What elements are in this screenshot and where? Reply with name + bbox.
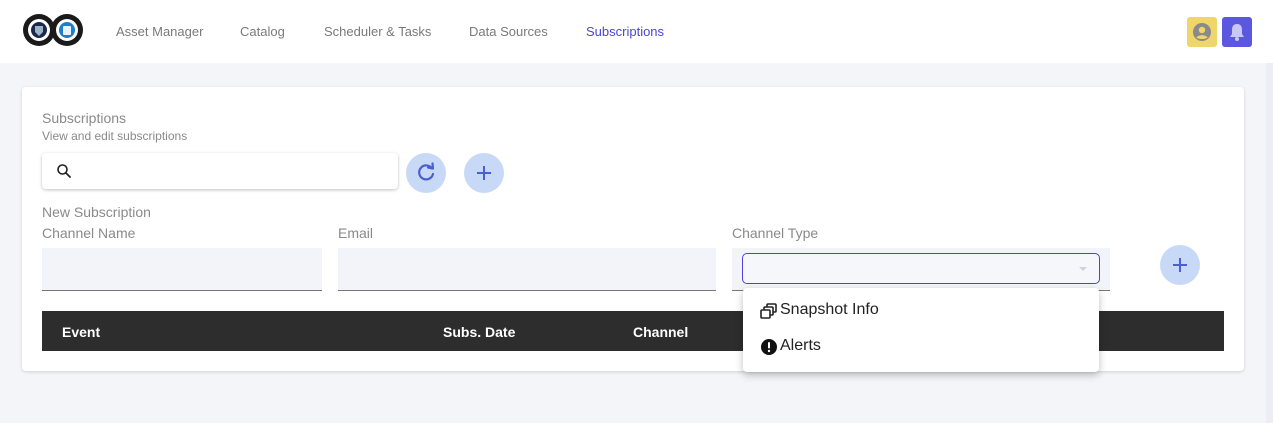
top-navigation-bar: Asset Manager Catalog Scheduler & Tasks … [0, 0, 1273, 63]
channel-type-select[interactable] [742, 253, 1100, 284]
email-input[interactable] [338, 248, 716, 290]
dropdown-option-snapshot-info[interactable]: Snapshot Info [743, 292, 1099, 328]
search-box [42, 153, 398, 189]
search-icon [57, 164, 71, 178]
dropdown-option-alerts[interactable]: Alerts [743, 328, 1099, 364]
user-icon [1193, 23, 1211, 41]
channel-type-label: Channel Type [732, 225, 819, 241]
page-title: Subscriptions [42, 110, 127, 126]
user-account-button[interactable] [1187, 17, 1217, 47]
new-subscription-heading: New Subscription [42, 204, 151, 220]
nav-data-sources[interactable]: Data Sources [469, 24, 548, 39]
snapshot-icon [760, 303, 777, 319]
dropdown-option-label: Snapshot Info [780, 301, 879, 318]
page-subtitle: View and edit subscriptions [42, 129, 188, 143]
plus-icon [1173, 258, 1187, 272]
search-input[interactable] [82, 159, 382, 183]
channel-name-field [42, 248, 322, 291]
page-scrollbar[interactable] [1266, 63, 1273, 423]
dropdown-option-label: Alerts [780, 337, 821, 354]
refresh-icon [418, 162, 435, 181]
nav-catalog[interactable]: Catalog [240, 24, 285, 39]
channel-name-input[interactable] [42, 248, 322, 290]
nav-asset-manager[interactable]: Asset Manager [116, 24, 203, 39]
email-label: Email [338, 225, 374, 241]
add-channel-button[interactable] [1160, 245, 1200, 285]
email-field [338, 248, 716, 291]
channel-type-field [732, 248, 1110, 291]
nav-scheduler-tasks[interactable]: Scheduler & Tasks [324, 24, 431, 39]
add-subscription-button[interactable] [464, 153, 504, 193]
column-header-event[interactable]: Event [62, 324, 100, 340]
column-header-subs-date[interactable]: Subs. Date [443, 324, 515, 340]
nav-subscriptions[interactable]: Subscriptions [586, 24, 664, 39]
refresh-button[interactable] [406, 153, 446, 193]
column-header-channel[interactable]: Channel [633, 324, 688, 340]
caret-down-icon [1079, 267, 1087, 271]
bell-icon [1230, 24, 1244, 41]
plus-icon [477, 166, 491, 180]
alert-icon [761, 339, 777, 355]
notifications-button[interactable] [1222, 17, 1252, 47]
app-logo[interactable] [22, 13, 84, 47]
channel-type-dropdown-menu: Snapshot Info Alerts [743, 288, 1099, 372]
channel-name-label: Channel Name [42, 225, 136, 241]
